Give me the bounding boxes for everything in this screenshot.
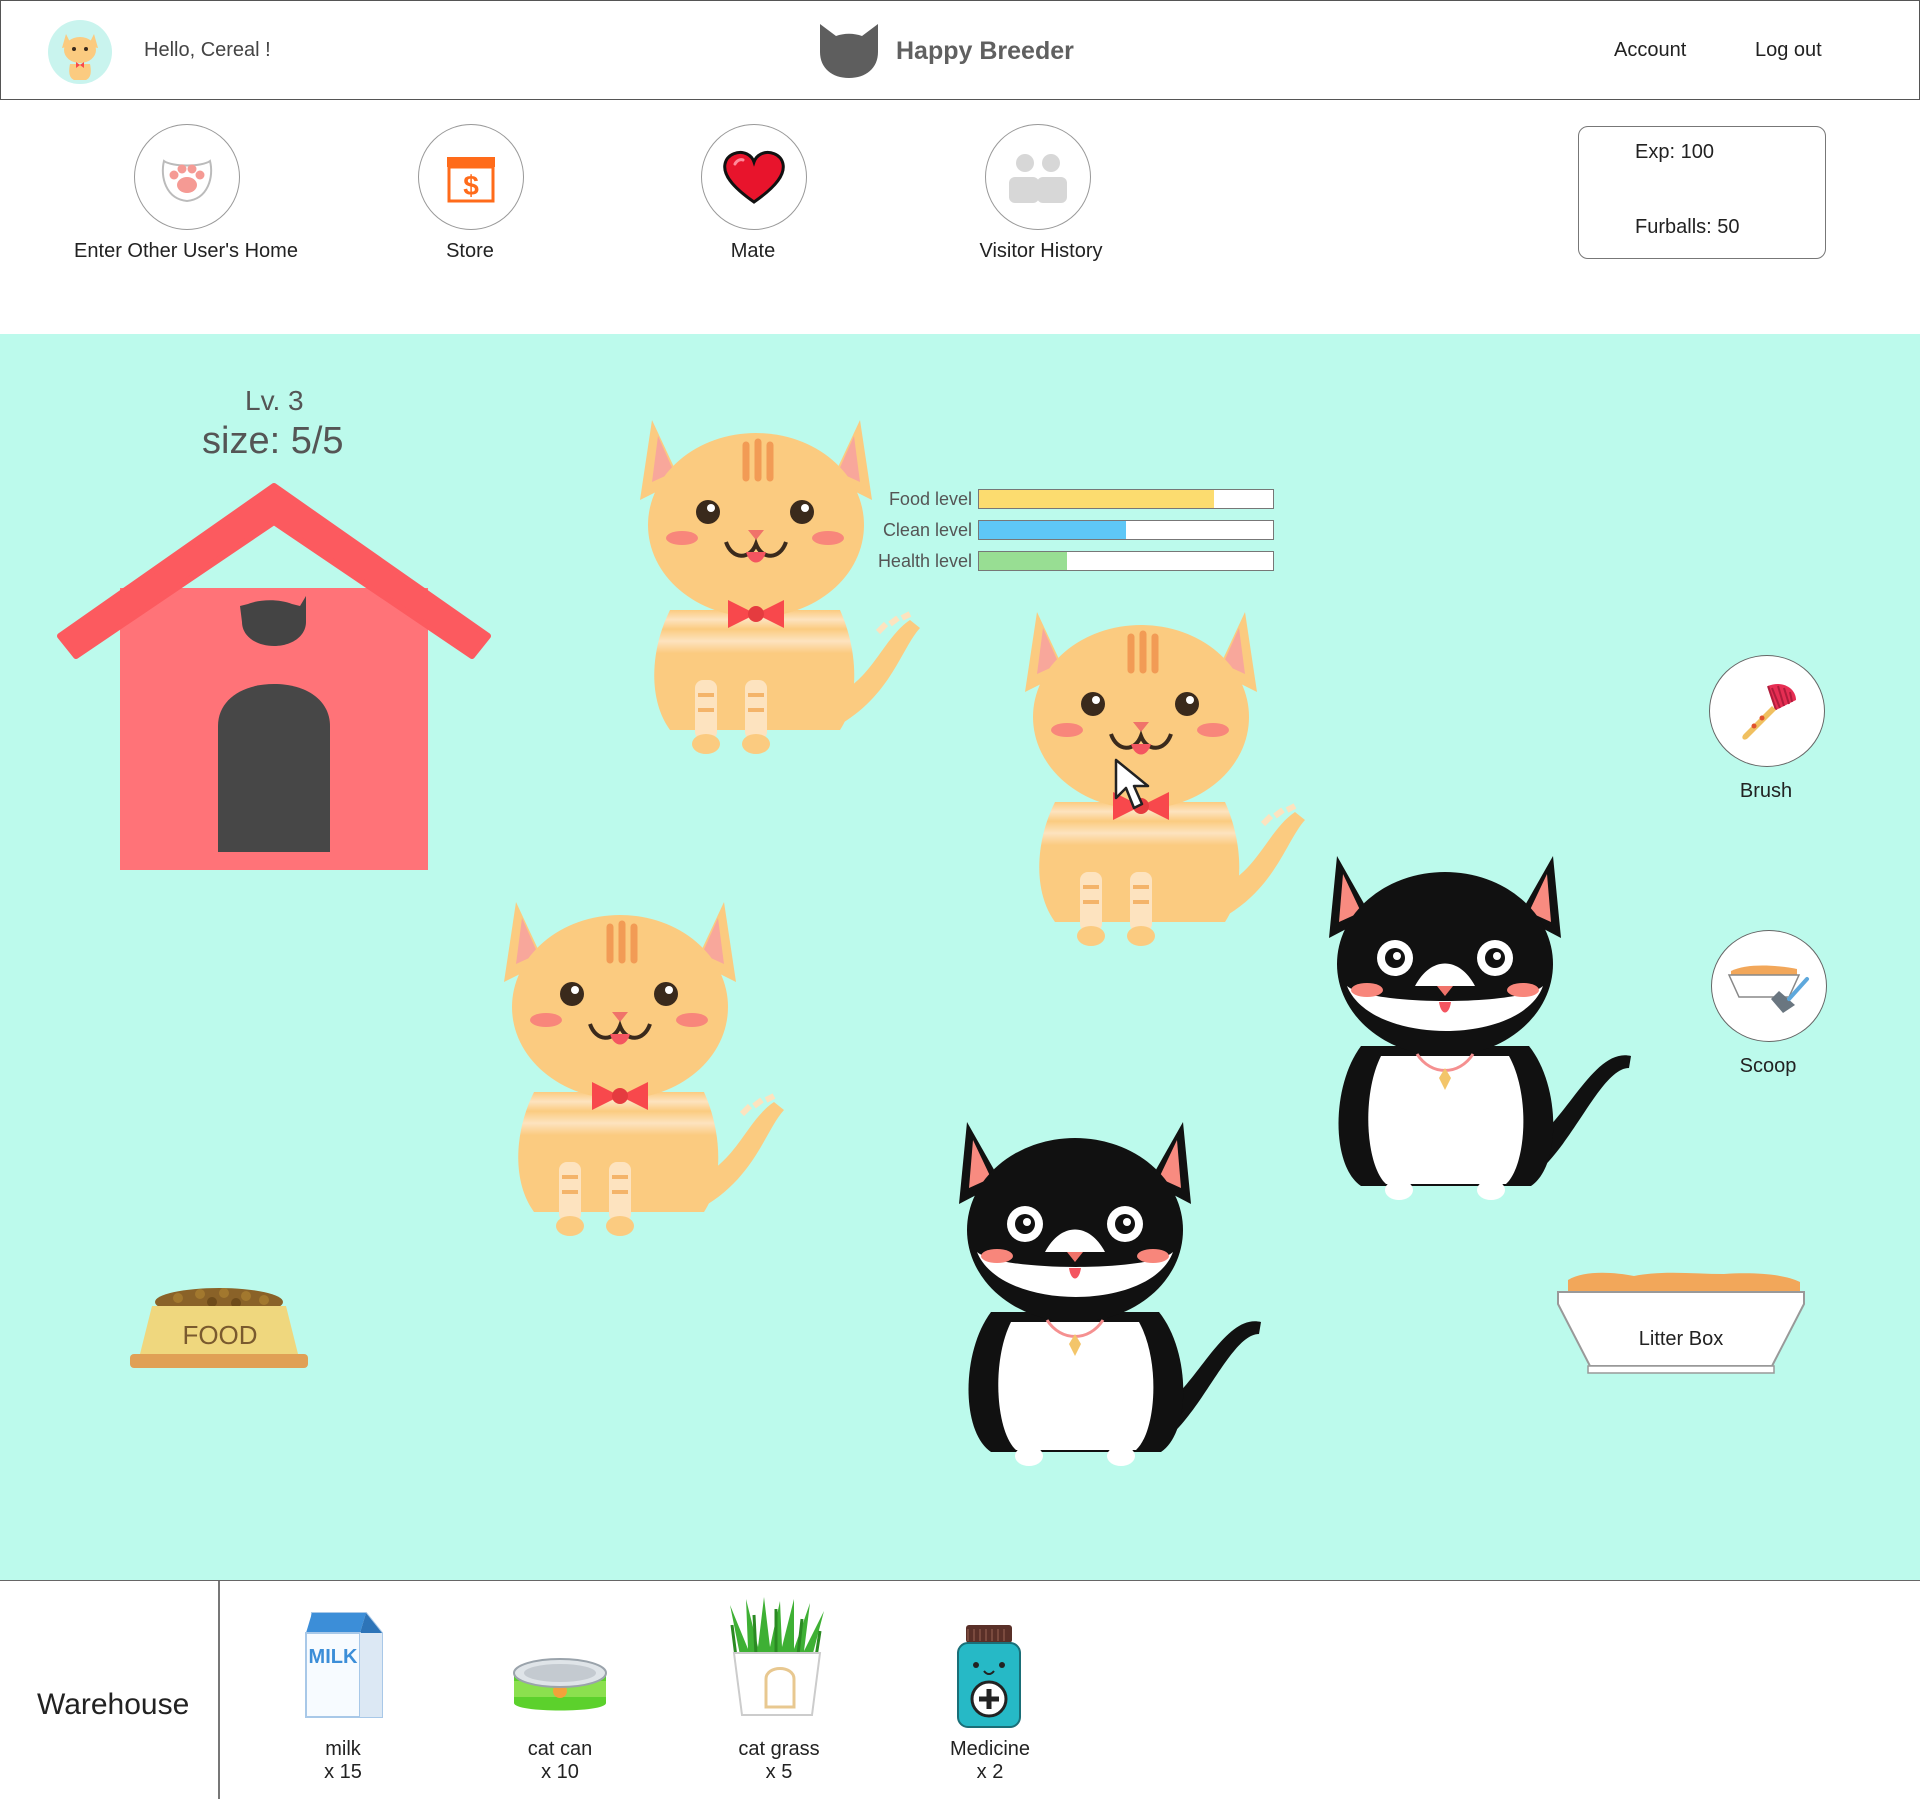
heart-icon — [723, 150, 785, 204]
tuxedo-cat-2[interactable] — [936, 1112, 1266, 1492]
medicine-qty: x 2 — [976, 1761, 1004, 1783]
cat-house[interactable] — [52, 478, 496, 872]
store-label: Store — [446, 240, 494, 262]
food-bowl-label: FOOD — [182, 1320, 257, 1350]
stats-box: Exp: 100 Furballs: 50 — [1578, 126, 1826, 259]
enter-other-home-label: Enter Other User's Home — [74, 240, 298, 262]
cat-grass-item: cat grass x 5 — [738, 1738, 819, 1784]
svg-text:$: $ — [463, 170, 479, 201]
tuxedo-cat-1[interactable] — [1306, 846, 1636, 1226]
warehouse-title: Warehouse — [37, 1688, 190, 1721]
milk-item: milk x 15 — [324, 1738, 362, 1784]
mate-button[interactable] — [701, 124, 807, 230]
food-level-fill — [979, 490, 1215, 508]
cat-grass-qty: x 5 — [765, 1761, 793, 1783]
greeting-text: Hello, Cereal ! — [144, 39, 271, 61]
brand: Happy Breeder — [816, 21, 1074, 81]
medicine-name: Medicine — [949, 1738, 1031, 1760]
store-button[interactable]: $ — [418, 124, 524, 230]
cat-grass-icon[interactable] — [720, 1595, 834, 1723]
svg-text:MILK: MILK — [309, 1646, 358, 1668]
brush-icon — [1742, 683, 1796, 740]
cat-avatar-icon — [62, 34, 98, 80]
cat-can-name: cat can — [527, 1738, 593, 1760]
user-avatar[interactable] — [48, 20, 112, 84]
top-header: Hello, Cereal ! Happy Breeder Account Lo… — [0, 0, 1920, 100]
logout-link[interactable]: Log out — [1755, 39, 1822, 62]
cat-can-qty: x 10 — [541, 1761, 579, 1783]
mate-label: Mate — [730, 240, 776, 262]
visitor-history-button[interactable] — [985, 124, 1091, 230]
clean-level-fill — [979, 521, 1126, 539]
store-icon: $ — [447, 157, 495, 203]
scoop-button[interactable] — [1711, 930, 1827, 1042]
litter-box-label: Litter Box — [1639, 1328, 1723, 1350]
brush-button[interactable] — [1709, 655, 1825, 767]
paw-icon — [161, 159, 213, 203]
litter-box[interactable]: Litter Box — [1554, 1270, 1808, 1378]
visitor-history-label: Visitor History — [979, 240, 1103, 262]
room-size: size: 5/5 — [202, 420, 344, 462]
warehouse-divider — [218, 1581, 220, 1799]
visitors-icon — [1009, 154, 1067, 203]
milk-qty: x 15 — [324, 1761, 362, 1783]
medicine-icon[interactable] — [954, 1623, 1024, 1731]
food-bowl[interactable]: FOOD — [128, 1284, 310, 1374]
ginger-cat-1[interactable] — [600, 400, 940, 780]
medicine-item: Medicine x 2 — [950, 1738, 1030, 1784]
furballs-value: Furballs: 50 — [1635, 216, 1740, 238]
health-level-bar — [978, 551, 1274, 571]
exp-value: Exp: 100 — [1635, 141, 1714, 163]
mouse-cursor-icon — [1114, 758, 1150, 810]
account-link[interactable]: Account — [1614, 39, 1686, 62]
cat-can-item: cat can x 10 — [528, 1738, 592, 1784]
scoop-label: Scoop — [1739, 1055, 1797, 1077]
cat-logo-icon — [820, 24, 878, 78]
ginger-cat-3[interactable] — [464, 882, 804, 1262]
brand-name: Happy Breeder — [896, 36, 1074, 65]
cat-can-icon[interactable] — [510, 1655, 610, 1721]
scoop-icon — [1727, 965, 1809, 1013]
room-level: Lv. 3 — [245, 385, 304, 416]
clean-level-bar — [978, 520, 1274, 540]
health-level-fill — [979, 552, 1068, 570]
ginger-cat-2[interactable] — [985, 592, 1325, 972]
food-level-bar — [978, 489, 1274, 509]
brush-label: Brush — [1739, 780, 1793, 802]
cat-grass-name: cat grass — [738, 1738, 820, 1760]
milk-icon[interactable]: MILK — [300, 1605, 388, 1723]
warehouse-panel: Warehouse MILK milk x 15 cat can x 10 ca… — [0, 1580, 1920, 1799]
enter-other-home-button[interactable] — [134, 124, 240, 230]
milk-name: milk — [325, 1738, 361, 1760]
